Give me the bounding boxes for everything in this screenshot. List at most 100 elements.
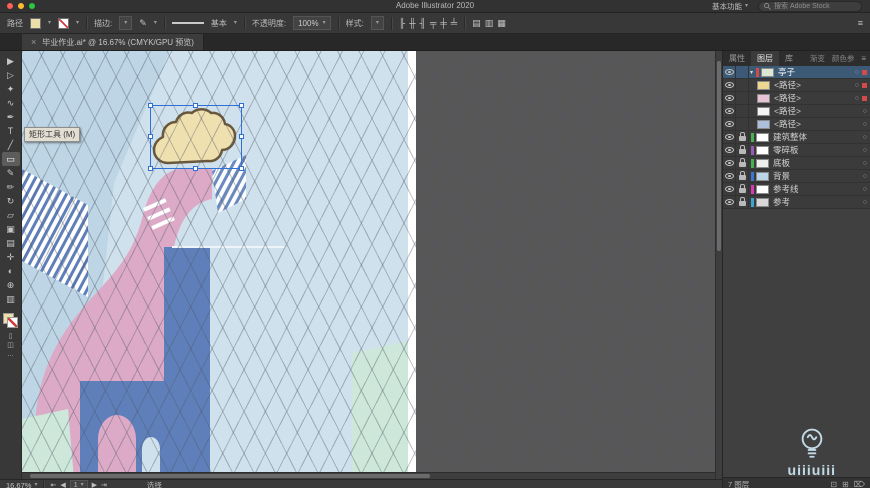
vertical-scrollbar-thumb[interactable] xyxy=(717,61,721,251)
align-middle-icon[interactable]: ╪ xyxy=(440,18,446,28)
tab-libraries[interactable]: 库 xyxy=(779,51,799,66)
layer-name[interactable]: 零碎板 xyxy=(773,144,863,156)
visibility-toggle[interactable] xyxy=(723,66,736,78)
path-name[interactable]: <路径> xyxy=(774,118,863,130)
selection-handle[interactable] xyxy=(239,134,244,139)
disclosure-triangle[interactable]: ▾ xyxy=(750,69,753,76)
lock-toggle[interactable] xyxy=(736,196,749,208)
selection-handle[interactable] xyxy=(193,166,198,171)
chevron-down-icon[interactable]: ▾ xyxy=(234,20,237,26)
target-circle[interactable]: ○ xyxy=(863,186,867,193)
align-left-icon[interactable]: ╟ xyxy=(399,18,405,28)
control-bar-menu-icon[interactable]: ≡ xyxy=(858,18,863,28)
layer-thumbnail[interactable] xyxy=(756,197,769,207)
selection-tool[interactable]: ▶ xyxy=(2,54,20,68)
document-tab[interactable]: × 毕业作业.ai* @ 16.67% (CMYK/GPU 预览) xyxy=(22,34,204,50)
path-name[interactable]: <路径> xyxy=(774,92,855,104)
align-right-icon[interactable]: ╢ xyxy=(420,18,426,28)
transform-panel-icon[interactable]: ▤ xyxy=(472,18,481,28)
variable-width-profile[interactable] xyxy=(171,22,204,24)
free-transform-tool[interactable]: ▣ xyxy=(2,222,20,236)
selection-badge[interactable] xyxy=(862,82,867,88)
layer-name[interactable]: 建筑整体 xyxy=(773,131,863,143)
zoom-window-button[interactable] xyxy=(29,3,35,9)
rotate-tool[interactable]: ↻ xyxy=(2,194,20,208)
layer-thumbnail[interactable] xyxy=(756,145,769,155)
tab-color-guide[interactable]: 颜色参 xyxy=(832,53,855,64)
lock-toggle[interactable] xyxy=(736,144,749,156)
layer-name[interactable]: 参考 xyxy=(773,196,863,208)
rectangle-tool[interactable]: ▭ xyxy=(1,152,20,166)
target-circle[interactable]: ○ xyxy=(855,69,859,76)
target-circle[interactable]: ○ xyxy=(863,199,867,206)
target-circle[interactable]: ○ xyxy=(863,160,867,167)
edit-toolbar-icon[interactable]: … xyxy=(7,351,14,358)
visibility-toggle[interactable] xyxy=(723,144,736,156)
visibility-toggle[interactable] xyxy=(723,196,736,208)
next-artboard-button[interactable]: ▶ xyxy=(92,481,97,488)
vertical-scrollbar[interactable] xyxy=(715,51,722,479)
path-name[interactable]: <路径> xyxy=(774,79,855,91)
layer-thumbnail[interactable] xyxy=(756,171,769,181)
make-mask-icon[interactable]: ⊡ xyxy=(830,480,837,488)
last-artboard-button[interactable]: ⇥ xyxy=(101,481,107,488)
layer-thumbnail[interactable] xyxy=(756,184,769,194)
visibility-toggle[interactable] xyxy=(723,157,736,169)
close-tab-icon[interactable]: × xyxy=(31,37,36,47)
panel-menu-icon[interactable]: ≡ xyxy=(857,54,870,63)
selection-bounding-box[interactable] xyxy=(148,103,244,171)
layer-row[interactable]: 参考 ○ xyxy=(723,196,870,209)
stroke-chevron-icon[interactable]: ▾ xyxy=(76,20,79,26)
tab-layers[interactable]: 图层 xyxy=(751,51,779,66)
path-thumbnail[interactable] xyxy=(757,106,770,116)
opacity-dropdown[interactable]: 100% ▾ xyxy=(293,16,331,30)
minimize-window-button[interactable] xyxy=(18,3,24,9)
drawing-mode-icon[interactable]: ▯ xyxy=(9,333,13,340)
artboard-tool[interactable]: ▥ xyxy=(2,292,20,306)
selection-handle[interactable] xyxy=(193,103,198,108)
target-circle[interactable]: ○ xyxy=(855,95,859,102)
layer-name[interactable]: 亭子 xyxy=(778,66,855,78)
stroke-weight-dropdown[interactable]: ▾ xyxy=(119,16,133,30)
visibility-toggle[interactable] xyxy=(723,131,736,143)
align-bottom-icon[interactable]: ╧ xyxy=(451,18,457,28)
gradient-tool[interactable]: ▤ xyxy=(2,236,20,250)
selection-handle[interactable] xyxy=(148,166,153,171)
path-name[interactable]: <路径> xyxy=(774,105,863,117)
previous-artboard-button[interactable]: ◀ xyxy=(60,481,65,488)
artboard-number-dropdown[interactable]: 1 ▾ xyxy=(69,480,88,488)
layer-row[interactable]: <路径> ○ xyxy=(723,79,870,92)
path-thumbnail[interactable] xyxy=(757,93,770,103)
selection-handle[interactable] xyxy=(239,166,244,171)
zoom-dropdown[interactable]: 16.67% ▾ xyxy=(6,481,37,488)
fill-color-swatch[interactable] xyxy=(30,17,41,29)
layer-thumbnail[interactable] xyxy=(756,132,769,142)
first-artboard-button[interactable]: ⇤ xyxy=(50,481,56,488)
visibility-toggle[interactable] xyxy=(723,183,736,195)
target-circle[interactable]: ○ xyxy=(863,121,867,128)
layer-row[interactable]: 零碎板 ○ xyxy=(723,144,870,157)
horizontal-scrollbar-thumb[interactable] xyxy=(30,474,430,478)
stroke-indicator[interactable] xyxy=(7,317,18,328)
layer-row[interactable]: <路径> ○ xyxy=(723,105,870,118)
visibility-toggle[interactable] xyxy=(723,170,736,182)
direct-selection-tool[interactable]: ▷ xyxy=(2,68,20,82)
screen-mode-icon[interactable]: ◫ xyxy=(7,342,14,349)
magic-wand-tool[interactable]: ✦ xyxy=(2,82,20,96)
new-layer-icon[interactable]: ⊞ xyxy=(842,480,849,488)
brush-definition-icon[interactable]: ✎ xyxy=(139,18,147,28)
delete-layer-icon[interactable]: ⌦ xyxy=(854,480,865,488)
layer-row[interactable]: 建筑整体 ○ xyxy=(723,131,870,144)
selection-badge[interactable] xyxy=(862,69,867,75)
canvas[interactable]: 矩形工具 (M) xyxy=(22,51,722,479)
layer-row[interactable]: ▾ 亭子 ○ xyxy=(723,66,870,79)
visibility-toggle[interactable] xyxy=(723,105,736,117)
line-tool[interactable]: ╱ xyxy=(2,138,20,152)
blend-tool[interactable]: ◐ xyxy=(2,264,20,278)
align-center-icon[interactable]: ╫ xyxy=(409,18,415,28)
zoom-tool[interactable]: ⊕ xyxy=(2,278,20,292)
layer-row[interactable]: 参考线 ○ xyxy=(723,183,870,196)
selection-handle[interactable] xyxy=(239,103,244,108)
selection-handle[interactable] xyxy=(148,103,153,108)
layer-row[interactable]: <路径> ○ xyxy=(723,118,870,131)
